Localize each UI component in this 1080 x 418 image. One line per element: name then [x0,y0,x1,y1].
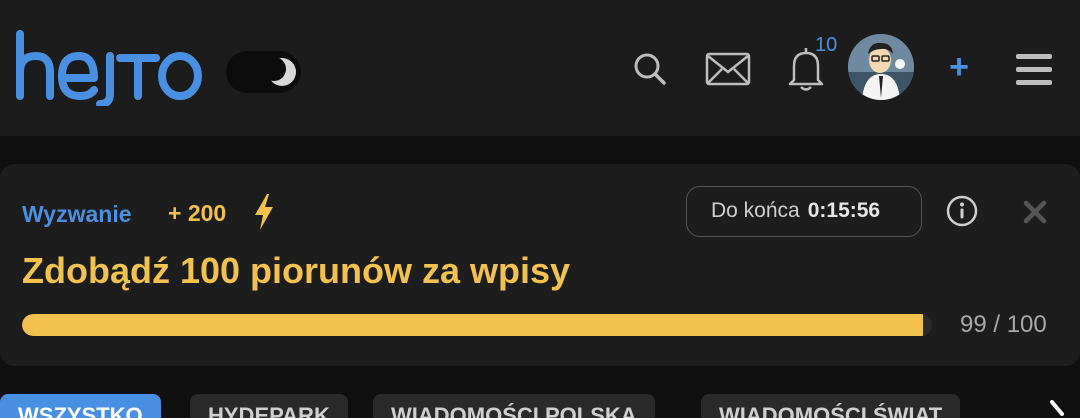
theme-toggle[interactable] [226,51,301,93]
chevron-right-icon[interactable] [1044,400,1074,418]
add-post-button[interactable]: + [944,47,974,87]
notification-count-badge: 10 [815,34,838,56]
hejto-logo[interactable]: hejto [14,28,204,106]
search-icon[interactable] [633,52,667,86]
close-icon[interactable] [1022,199,1048,225]
tab-hydepark[interactable]: HYDEPARK [190,394,348,418]
challenge-points: + 200 [168,200,227,226]
lightning-bolt-icon [252,192,276,232]
progress-fill [22,314,923,336]
time-remaining-badge: Do końca 0:15:56 [686,186,922,237]
hamburger-menu-icon[interactable] [1014,52,1054,86]
timer-value: 0:15:56 [807,199,881,222]
challenge-card: Wyzwanie + 200 Do końca 0:15:56 Zdobądź 1… [0,164,1080,366]
progress-count: 99 / 100 [960,311,1047,338]
challenge-label: Wyzwanie [22,201,132,227]
tab-wiadomosci-polska[interactable]: WIADOMOŚCI POLSKA [373,394,655,418]
tab-wiadomosci-swiat[interactable]: WIADOMOŚCI ŚWIAT [701,394,961,418]
challenge-title: Zdobądź 100 piorunów za wpisy [22,250,571,291]
info-icon[interactable] [946,195,978,227]
top-header: hejto [0,0,1080,136]
challenge-progress-bar [22,314,932,336]
tab-wszystko[interactable]: WSZYSTKO [0,394,161,418]
timer-label: Do końca [711,199,800,222]
avatar[interactable] [848,34,914,100]
mail-icon[interactable] [705,52,751,86]
moon-icon [262,55,299,89]
category-tabs: WSZYSTKO HYDEPARK WIADOMOŚCI POLSKA WIAD… [0,394,1080,418]
